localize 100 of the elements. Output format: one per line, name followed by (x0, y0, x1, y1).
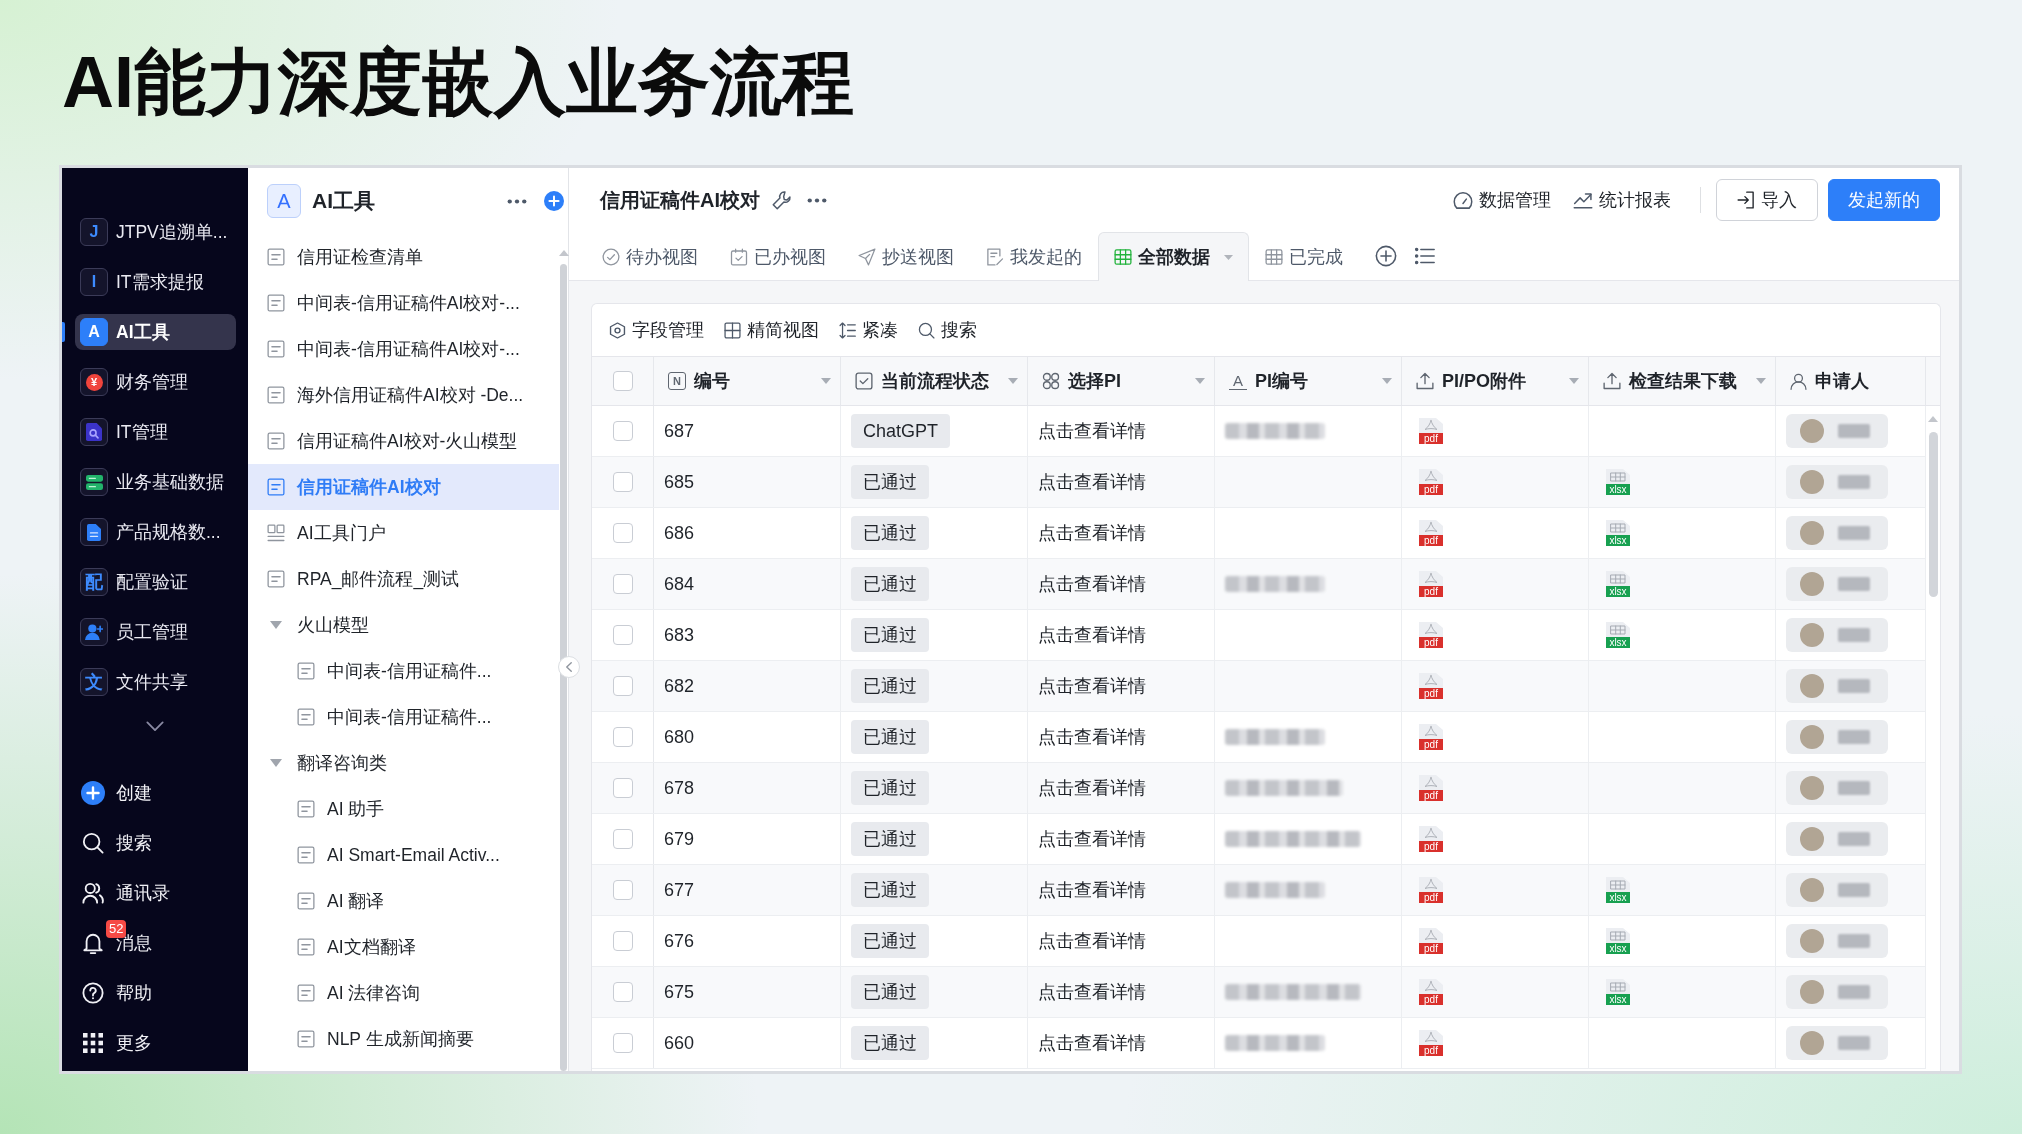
view-tab[interactable]: 全部数据 (1098, 232, 1249, 281)
row-checkbox[interactable] (612, 1033, 633, 1053)
row-checkbox[interactable] (612, 880, 633, 900)
sidebar-item[interactable]: 通讯录 (62, 868, 248, 918)
toolbar-button[interactable]: 字段管理 (609, 318, 704, 342)
view-tab[interactable]: 已完成 (1249, 232, 1359, 281)
tree-group[interactable]: 翻译咨询类 (248, 740, 559, 786)
row-checkbox[interactable] (612, 523, 633, 543)
table-row[interactable]: 660 已通过 点击查看详情 pdf (592, 1018, 1926, 1069)
sidebar-item[interactable]: 配 配置验证 (75, 564, 236, 600)
tree-item[interactable]: RPA_邮件流程_测试 (248, 556, 559, 602)
table-row[interactable]: 677 已通过 点击查看详情 pdf xlsx (592, 865, 1926, 916)
sidebar-item[interactable]: 搜索 (62, 818, 248, 868)
file-attachment[interactable]: pdf (1419, 622, 1443, 648)
view-tab[interactable]: 已办视图 (714, 232, 842, 281)
row-checkbox[interactable] (612, 829, 633, 849)
row-checkbox[interactable] (612, 727, 633, 747)
table-row[interactable]: 680 已通过 点击查看详情 pdf (592, 712, 1926, 763)
file-attachment[interactable]: pdf (1419, 469, 1443, 495)
table-row[interactable]: 686 已通过 点击查看详情 pdf xlsx (592, 508, 1926, 559)
file-attachment[interactable]: pdf (1419, 826, 1443, 852)
file-attachment[interactable]: pdf (1419, 571, 1443, 597)
tree-item[interactable]: NLP 生成新闻摘要 (248, 1016, 559, 1062)
tree-item[interactable]: AI工具门户 (248, 510, 559, 556)
column-header[interactable]: 当前流程状态 (841, 357, 1028, 405)
table-row[interactable]: 676 已通过 点击查看详情 pdf xlsx (592, 916, 1926, 967)
plus-circle-icon[interactable] (1375, 245, 1397, 267)
import-button[interactable]: 导入 (1716, 179, 1818, 221)
tree-item[interactable]: AI Smart-Email Activ... (248, 832, 559, 878)
tree-item[interactable]: AI 翻译 (248, 878, 559, 924)
column-header[interactable]: N 编号 (654, 357, 841, 405)
table-row[interactable]: 685 已通过 点击查看详情 pdf xlsx (592, 457, 1926, 508)
tree-item[interactable]: AI 助手 (248, 786, 559, 832)
header-action-button[interactable]: 数据管理 (1453, 188, 1551, 212)
tree-item[interactable]: 中间表-信用证稿件... (248, 648, 559, 694)
row-checkbox[interactable] (612, 676, 633, 696)
chevron-down-icon[interactable] (146, 721, 164, 731)
row-checkbox[interactable] (612, 778, 633, 798)
more-icon[interactable] (507, 198, 527, 204)
column-header[interactable]: 检查结果下载 (1589, 357, 1776, 405)
sidebar-item[interactable]: 更多 (62, 1018, 248, 1068)
file-attachment[interactable]: pdf (1419, 673, 1443, 699)
tree-group[interactable]: 火山模型 (248, 602, 559, 648)
tree-item[interactable]: 信用证检查清单 (248, 234, 559, 280)
sidebar-item[interactable]: I IT需求提报 (75, 264, 236, 300)
file-attachment[interactable]: pdf (1419, 418, 1443, 444)
sidebar-item[interactable]: 创建 (62, 768, 248, 818)
file-attachment[interactable]: pdf (1419, 1030, 1443, 1056)
file-attachment[interactable]: pdf (1419, 775, 1443, 801)
header-action-button[interactable]: 统计报表 (1573, 188, 1671, 212)
sidebar-item[interactable]: 帮助 (62, 968, 248, 1018)
table-row[interactable]: 683 已通过 点击查看详情 pdf xlsx (592, 610, 1926, 661)
tree-item[interactable]: 中间表-信用证稿件... (248, 694, 559, 740)
file-attachment[interactable]: pdf (1419, 724, 1443, 750)
sidebar-item[interactable]: A AI工具 (75, 314, 236, 350)
tree-item[interactable]: 中间表-信用证稿件AI校对-... (248, 326, 559, 372)
file-attachment[interactable]: pdf (1419, 520, 1443, 546)
wrench-icon[interactable] (772, 190, 792, 210)
plus-circle-icon[interactable] (544, 191, 564, 211)
sidebar-item[interactable]: ¥ 财务管理 (75, 364, 236, 400)
tree-item[interactable]: AI 法律咨询 (248, 970, 559, 1016)
table-row[interactable]: 675 已通过 点击查看详情 pdf xlsx (592, 967, 1926, 1018)
primary-button[interactable]: 发起新的 (1828, 179, 1940, 221)
table-row[interactable]: 678 已通过 点击查看详情 pdf (592, 763, 1926, 814)
row-checkbox[interactable] (612, 421, 633, 441)
row-checkbox[interactable] (612, 982, 633, 1002)
list-icon[interactable] (1415, 247, 1435, 265)
sidebar-item[interactable]: 文 文件共享 (75, 664, 236, 700)
file-attachment[interactable]: pdf (1419, 877, 1443, 903)
tree-item[interactable]: 海外信用证稿件AI校对 -De... (248, 372, 559, 418)
sidebar-item[interactable]: 业务基础数据 (75, 464, 236, 500)
row-checkbox[interactable] (612, 574, 633, 594)
scrollbar-thumb[interactable] (1928, 432, 1938, 597)
toolbar-button[interactable]: 精简视图 (724, 318, 819, 342)
sidebar-item[interactable]: 产品规格数... (75, 514, 236, 550)
table-row[interactable]: 679 已通过 点击查看详情 pdf (592, 814, 1926, 865)
view-tab[interactable]: 抄送视图 (842, 232, 970, 281)
table-row[interactable]: 684 已通过 点击查看详情 pdf xlsx (592, 559, 1926, 610)
more-icon[interactable] (807, 197, 827, 203)
toolbar-button[interactable]: 紧凑 (839, 318, 898, 342)
column-header[interactable]: PI/PO附件 (1402, 357, 1589, 405)
tree-item[interactable]: AI文档翻译 (248, 924, 559, 970)
toolbar-button[interactable]: 搜索 (918, 318, 977, 342)
sidebar-item[interactable]: 员工管理 (75, 614, 236, 650)
column-header[interactable]: 申请人 (1776, 357, 1926, 405)
tree-item[interactable]: 中间表-信用证稿件AI校对-... (248, 280, 559, 326)
row-checkbox[interactable] (612, 931, 633, 951)
select-all-checkbox[interactable] (612, 371, 633, 391)
view-tab[interactable]: 我发起的 (970, 232, 1098, 281)
column-header[interactable]: A PI编号 (1215, 357, 1402, 405)
file-attachment[interactable]: pdf (1419, 928, 1443, 954)
view-tab[interactable]: 待办视图 (586, 232, 714, 281)
column-header[interactable]: 选择PI (1028, 357, 1215, 405)
sidebar-item[interactable]: J JTPV追溯单... (75, 214, 236, 250)
scrollbar-thumb[interactable] (560, 264, 567, 1071)
tree-item[interactable]: 信用证稿件AI校对-火山模型 (248, 418, 559, 464)
file-attachment[interactable]: pdf (1419, 979, 1443, 1005)
table-row[interactable]: 687 ChatGPT 点击查看详情 pdf (592, 406, 1926, 457)
row-checkbox[interactable] (612, 625, 633, 645)
sidebar-item[interactable]: IT管理 (75, 414, 236, 450)
